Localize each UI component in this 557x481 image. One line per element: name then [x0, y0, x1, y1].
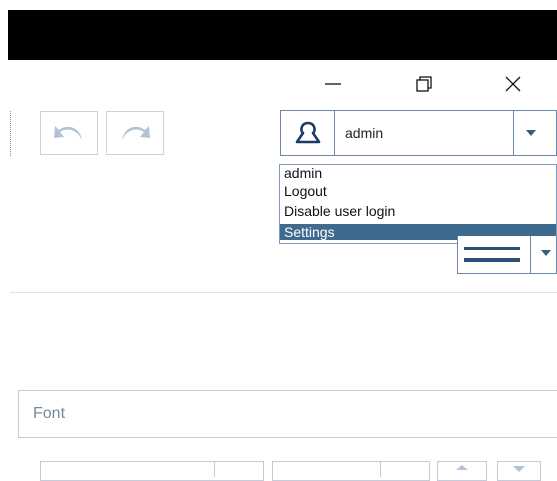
minimize-button[interactable] [310, 66, 356, 102]
increase-font-size-button[interactable] [437, 461, 487, 481]
combo-divider [214, 461, 215, 477]
dropdown-item-admin[interactable]: admin [280, 165, 556, 181]
redo-button[interactable] [106, 111, 164, 155]
font-group-label: Font [33, 405, 66, 422]
combo-divider [380, 461, 381, 477]
dropdown-item-logout[interactable]: Logout [280, 183, 556, 199]
close-icon [505, 76, 521, 92]
section-divider [10, 292, 557, 293]
combo-dropdown-button[interactable] [525, 111, 537, 155]
line-style-selector[interactable] [457, 236, 557, 274]
user-dropdown-list: admin Logout Disable user login Settings [279, 164, 557, 244]
font-name-combo[interactable] [40, 461, 264, 481]
line-style-preview [458, 236, 530, 273]
restore-icon [416, 76, 432, 92]
current-user-label: admin [345, 125, 384, 141]
grow-font-icon [456, 465, 468, 470]
user-combo-box[interactable]: admin [280, 110, 557, 156]
minimize-icon [325, 83, 341, 85]
toolbar-grip [10, 111, 11, 156]
line-style-line [464, 247, 520, 250]
line-style-line [464, 258, 520, 262]
chevron-down-icon [541, 250, 551, 256]
decrease-font-size-button[interactable] [497, 461, 541, 481]
combo-divider [513, 111, 514, 155]
chevron-down-icon [526, 130, 536, 136]
font-group: Font [18, 390, 557, 438]
close-button[interactable] [490, 66, 536, 102]
line-style-divider [530, 236, 531, 273]
dropdown-item-disable-user-login[interactable]: Disable user login [280, 203, 556, 219]
line-style-dropdown-button[interactable] [540, 244, 552, 262]
shrink-font-icon [513, 466, 525, 472]
user-icon [295, 121, 320, 144]
undo-button[interactable] [40, 111, 98, 155]
font-size-combo[interactable] [272, 461, 430, 481]
maximize-button[interactable] [401, 66, 447, 102]
redo-icon [122, 126, 150, 141]
undo-icon [54, 126, 82, 141]
user-icon-button[interactable] [281, 111, 335, 155]
title-bar [8, 10, 557, 60]
